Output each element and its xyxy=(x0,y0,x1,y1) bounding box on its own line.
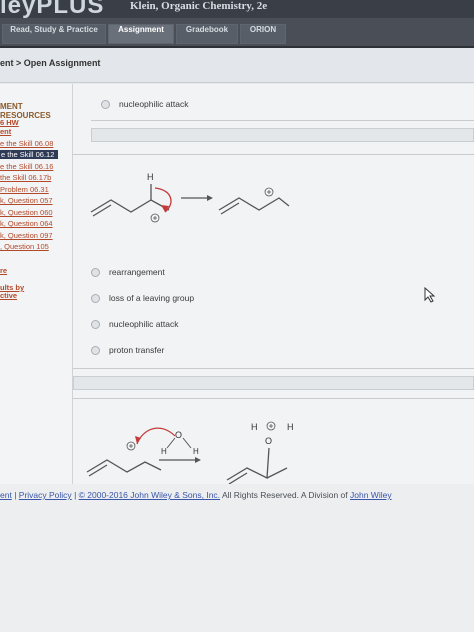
main-nav: Read, Study & Practice Assignment Gradeb… xyxy=(0,18,474,48)
mouse-cursor-icon xyxy=(424,287,436,303)
radio-proton-transfer[interactable] xyxy=(91,346,100,355)
sidebar-item[interactable]: re xyxy=(0,266,7,275)
reactant-structure xyxy=(86,459,162,477)
option-label: loss of a leaving group xyxy=(109,293,195,303)
h-label: H xyxy=(161,447,167,456)
sidebar-item[interactable]: e the Skill 06.08 xyxy=(0,139,53,148)
sidebar-item[interactable]: k, Question 057 xyxy=(0,196,53,205)
option-label: proton transfer xyxy=(109,345,165,355)
tab-assignment[interactable]: Assignment xyxy=(108,24,174,44)
oxygen-label: O xyxy=(175,430,182,440)
sidebar-item[interactable]: e the Skill 06.16 xyxy=(0,162,53,171)
h-label: H xyxy=(193,447,199,456)
radio-nucleophilic-attack-prev[interactable] xyxy=(101,100,110,109)
reaction-scheme-carbocation: H xyxy=(90,172,290,223)
copyright-link[interactable]: © 2000-2016 John Wiley & Sons, Inc. xyxy=(79,490,220,500)
rights-text: All Rights Reserved. A Division of xyxy=(221,490,348,500)
tab-orion[interactable]: ORION xyxy=(240,24,286,44)
answer-feedback-bar xyxy=(91,128,474,142)
footer: ent | Privacy Policy | © 2000-2016 John … xyxy=(0,484,474,632)
sidebar-item[interactable]: 6 HW xyxy=(0,118,19,127)
product-structure xyxy=(218,197,290,215)
sidebar-item-selected[interactable]: e the Skill 06.12 xyxy=(0,150,59,159)
reaction-scheme-nucleophilic-attack: O H H H H O xyxy=(86,421,294,484)
sidebar-item[interactable]: k, Question 060 xyxy=(0,208,53,217)
sidebar-item[interactable]: Problem 06.31 xyxy=(0,185,49,194)
footer-link[interactable]: ent xyxy=(0,490,12,500)
h-label: H xyxy=(147,172,154,182)
breadcrumb[interactable]: ent > Open Assignment xyxy=(0,58,100,68)
sidebar-item[interactable]: ent xyxy=(0,127,11,136)
divider xyxy=(73,368,474,369)
division-link[interactable]: John Wiley xyxy=(350,490,392,500)
sidebar-item[interactable]: k, Question 097 xyxy=(0,231,53,240)
option-label: nucleophilic attack xyxy=(119,99,189,109)
option-label: rearrangement xyxy=(109,267,165,277)
breadcrumb-bar: ent > Open Assignment xyxy=(0,48,474,83)
question-area: nucleophilic attack H rearrangement loss… xyxy=(73,84,474,484)
divider xyxy=(91,120,474,121)
sidebar-item[interactable]: the Skill 06.17b xyxy=(0,173,51,182)
sidebar-item[interactable]: ctive xyxy=(0,291,17,300)
tab-read-study-practice[interactable]: Read, Study & Practice xyxy=(2,24,106,44)
option-label: nucleophilic attack xyxy=(109,319,179,329)
reaction-arrow-icon xyxy=(181,195,213,201)
curved-arrow-icon xyxy=(136,427,176,445)
sidebar-item[interactable]: k, Question 064 xyxy=(0,219,53,228)
tab-gradebook[interactable]: Gradebook xyxy=(176,24,238,44)
divider xyxy=(73,398,474,399)
sidebar-item[interactable]: , Question 105 xyxy=(0,242,49,251)
top-bar: leyPLUS Klein, Organic Chemistry, 2e xyxy=(0,0,474,20)
radio-loss-of-leaving-group[interactable] xyxy=(91,294,100,303)
radio-nucleophilic-attack[interactable] xyxy=(91,320,100,329)
divider xyxy=(73,154,474,155)
privacy-policy-link[interactable]: Privacy Policy xyxy=(19,490,72,500)
footer-links: ent | Privacy Policy | © 2000-2016 John … xyxy=(0,490,392,500)
reaction-arrow-icon xyxy=(159,457,201,463)
h-label: H xyxy=(251,422,258,432)
answer-feedback-bar xyxy=(73,376,474,390)
assignment-resources-sidebar: MENT RESOURCES 6 HW ent e the Skill 06.0… xyxy=(0,84,73,484)
product-structure xyxy=(226,447,288,484)
oxygen-label: O xyxy=(265,436,272,446)
book-title: Klein, Organic Chemistry, 2e xyxy=(130,0,268,12)
h-label: H xyxy=(287,422,294,432)
brand-logo[interactable]: leyPLUS xyxy=(0,0,104,20)
radio-rearrangement[interactable] xyxy=(91,268,100,277)
